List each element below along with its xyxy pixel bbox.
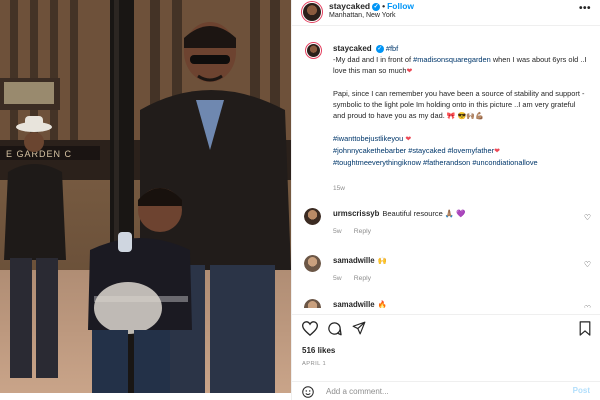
- comment-meta: 5w Reply: [333, 228, 371, 235]
- comment-like-heart-icon[interactable]: ♡: [584, 304, 591, 308]
- verified-badge-icon: ✓: [375, 45, 384, 54]
- comment-text: Beautiful resource 🙏🏽 💜: [382, 209, 466, 218]
- caption-username[interactable]: staycaked: [333, 44, 372, 53]
- caption-hashtags: #iwanttobejustlikeyou ❤ #johnnycaketheba…: [333, 133, 588, 168]
- caption-paragraph: Papi, since I can remember you have been…: [333, 88, 588, 122]
- commenter-avatar[interactable]: [304, 255, 321, 272]
- caption-paragraph: -My dad and I in front of #madisonsquare…: [333, 54, 588, 77]
- verified-badge-icon: ✓: [372, 2, 381, 11]
- comments-list[interactable]: staycaked ✓ #fbf -My dad and I in front …: [292, 36, 600, 308]
- hashtag-link[interactable]: #madisonsquaregarden: [413, 55, 491, 64]
- red-heart-emoji: ❤: [494, 148, 500, 155]
- post-caption: staycaked ✓ #fbf -My dad and I in front …: [333, 43, 588, 168]
- commenter-username[interactable]: samadwille: [333, 300, 375, 308]
- emoji-group: 😎🙌🏽💪🏽: [457, 113, 484, 120]
- comment-text-line: samadwille 🔥: [333, 300, 387, 308]
- more-horizontal-icon[interactable]: •••: [579, 3, 591, 14]
- heart-icon[interactable]: [302, 321, 318, 336]
- hashtag-link[interactable]: #staycaked: [408, 146, 445, 155]
- hashtag-link[interactable]: #uncondiationallove: [472, 158, 537, 167]
- reply-button[interactable]: Reply: [354, 228, 371, 235]
- separator-dot: •: [382, 1, 386, 11]
- ribbon-emoji: 🎀: [446, 113, 456, 120]
- header-user-line: staycaked ✓ • Follow: [329, 1, 414, 11]
- comment-timestamp: 5w: [333, 228, 342, 235]
- author-username[interactable]: staycaked: [329, 1, 370, 11]
- post-comment-button[interactable]: Post: [573, 386, 590, 395]
- hashtag-link[interactable]: #johnnycakethebarber: [333, 146, 406, 155]
- comment-like-heart-icon[interactable]: ♡: [584, 213, 591, 222]
- comment-icon[interactable]: [327, 321, 342, 336]
- comment-text-line: samadwille 🙌: [333, 256, 387, 265]
- bookmark-icon[interactable]: [579, 321, 591, 336]
- post-header: staycaked ✓ • Follow Manhattan, New York ••…: [292, 0, 600, 26]
- post-photo[interactable]: E GARDEN C: [0, 0, 291, 393]
- commenter-avatar[interactable]: [304, 299, 321, 308]
- follow-button[interactable]: Follow: [387, 1, 414, 11]
- commenter-username[interactable]: urmscrissyb: [333, 209, 379, 218]
- hashtag-link[interactable]: #fatherandson: [423, 158, 470, 167]
- comment-input[interactable]: [326, 385, 556, 398]
- caption-timestamp: 15w: [333, 185, 345, 192]
- comment-item: samadwille🔥 ♡: [292, 298, 600, 308]
- reply-button[interactable]: Reply: [354, 275, 371, 282]
- caption-author-avatar[interactable]: [305, 42, 322, 59]
- comment-meta: 5w Reply: [333, 275, 371, 282]
- hashtag-link[interactable]: #lovemyfather: [448, 146, 494, 155]
- comment-item: samadwille 🙌 5w Reply ♡: [292, 254, 600, 294]
- post-actions-bar: [292, 314, 600, 344]
- author-avatar[interactable]: [301, 1, 323, 23]
- hashtag-link[interactable]: #toughtmeeverythingiknow: [333, 158, 421, 167]
- red-heart-emoji: ❤: [405, 136, 412, 143]
- comment-text: 🙌: [377, 256, 387, 265]
- post-side-panel: staycaked ✓ • Follow Manhattan, New York ••…: [291, 0, 600, 400]
- post-date[interactable]: APRIL 1: [302, 361, 326, 367]
- post-location[interactable]: Manhattan, New York: [329, 12, 396, 19]
- commenter-avatar[interactable]: [304, 208, 321, 225]
- commenter-username[interactable]: samadwille: [333, 256, 375, 265]
- share-icon[interactable]: [352, 321, 366, 335]
- add-comment-bar: Post: [292, 381, 600, 400]
- hashtag-link[interactable]: #fbf: [386, 44, 398, 53]
- comment-like-heart-icon[interactable]: ♡: [584, 260, 591, 269]
- comment-text: 🔥: [377, 300, 387, 308]
- red-heart-emoji: ❤: [406, 68, 413, 75]
- comment-text-line: urmscrissyb Beautiful resource 🙏🏽 💜: [333, 209, 466, 218]
- emoji-smile-icon[interactable]: [302, 386, 314, 398]
- caption-text: -My dad and I in front of: [333, 55, 414, 64]
- photo-illustration: E GARDEN C: [0, 0, 291, 393]
- hashtag-link[interactable]: #iwanttobejustlikeyou: [333, 134, 403, 143]
- comment-timestamp: 5w: [333, 275, 342, 282]
- comment-item: urmscrissyb Beautiful resource 🙏🏽 💜 5w Rep…: [292, 207, 600, 247]
- likes-count[interactable]: 516 likes: [302, 346, 335, 355]
